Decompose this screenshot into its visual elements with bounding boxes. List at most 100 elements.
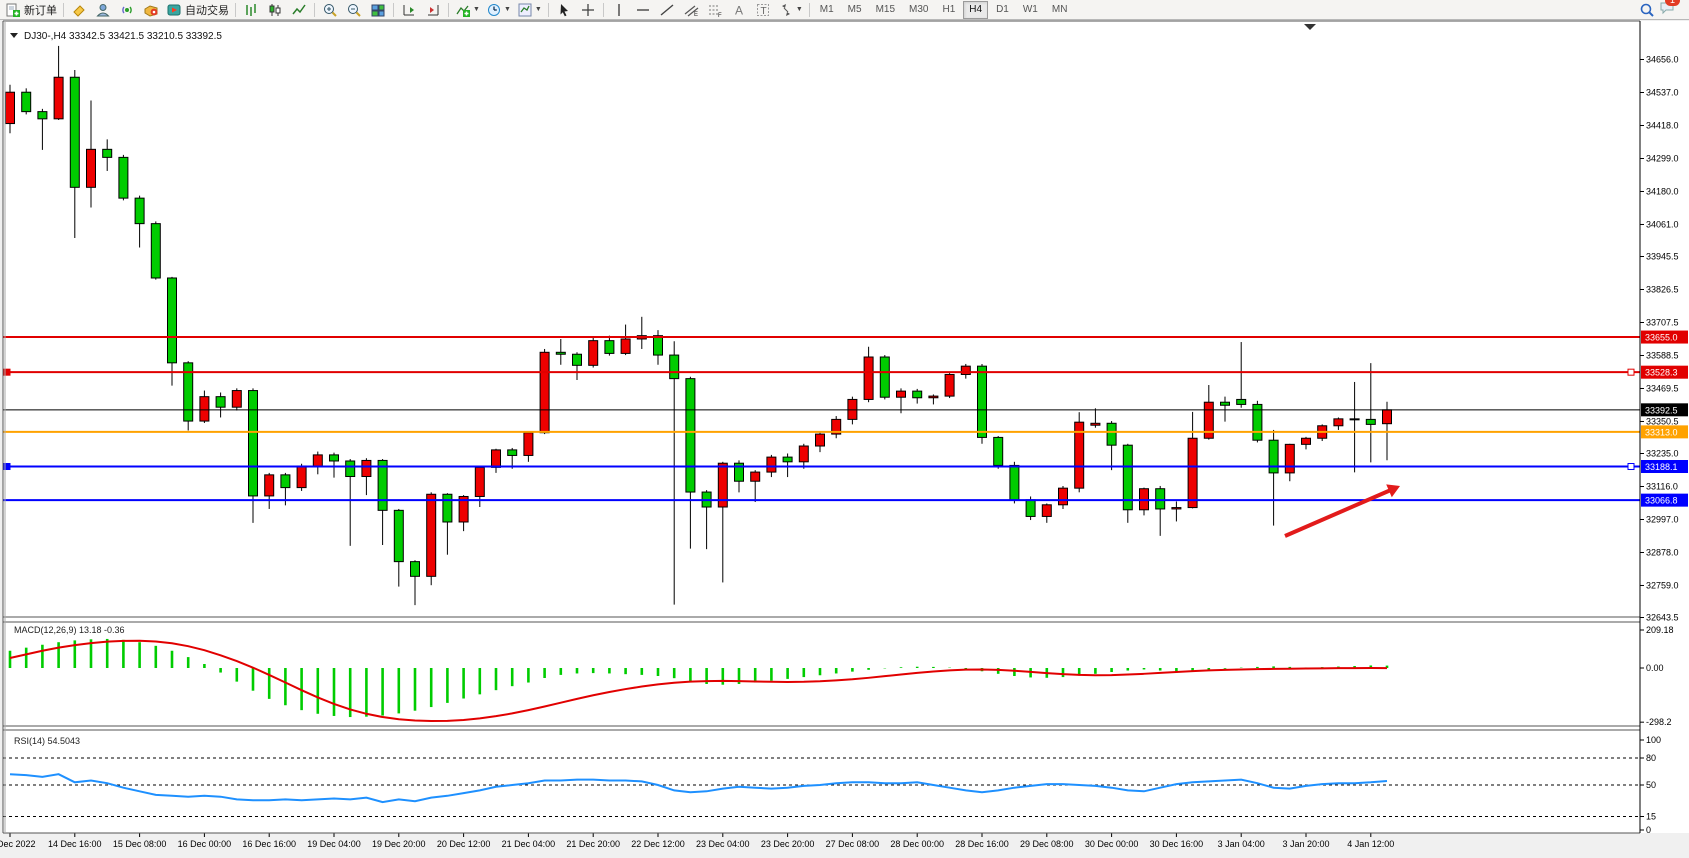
autotrade-button[interactable]: 自动交易	[163, 0, 232, 20]
candle	[54, 77, 63, 119]
candle	[313, 455, 322, 466]
arrows-button[interactable]: ▼	[775, 0, 806, 20]
svg-text:19 Dec 04:00: 19 Dec 04:00	[307, 839, 361, 849]
svg-text:28 Dec 00:00: 28 Dec 00:00	[890, 839, 944, 849]
candle	[200, 397, 209, 421]
svg-text:33116.0: 33116.0	[1646, 481, 1678, 491]
chat-button[interactable]: 1	[1659, 0, 1675, 20]
svg-text:15 Dec 08:00: 15 Dec 08:00	[113, 839, 167, 849]
candle	[216, 397, 225, 408]
periods-button[interactable]: ▼	[483, 0, 514, 20]
chart-shift-button[interactable]	[421, 0, 445, 20]
candle	[232, 391, 241, 408]
svg-text:34418.0: 34418.0	[1646, 120, 1679, 130]
signals-button[interactable]	[115, 0, 139, 20]
candle	[686, 379, 695, 492]
svg-text:32878.0: 32878.0	[1646, 547, 1679, 557]
indicators-button[interactable]: ▼	[452, 0, 483, 20]
hline-33188.1-right-handle[interactable]	[1628, 464, 1634, 470]
candle	[897, 391, 906, 397]
candle	[6, 92, 15, 123]
bars-icon	[243, 2, 259, 18]
fibo-icon: F	[707, 2, 723, 18]
svg-text:32759.0: 32759.0	[1646, 580, 1679, 590]
svg-text:23 Dec 20:00: 23 Dec 20:00	[761, 839, 815, 849]
svg-text:23 Dec 04:00: 23 Dec 04:00	[696, 839, 750, 849]
label-button[interactable]: T	[751, 0, 775, 20]
timeframe-button-m5[interactable]: M5	[842, 1, 868, 19]
candle	[297, 466, 306, 488]
zoomin-icon	[322, 2, 338, 18]
candle	[670, 355, 679, 379]
svg-text:33188.1: 33188.1	[1645, 462, 1678, 472]
svg-text:0.00: 0.00	[1646, 663, 1664, 673]
candle	[751, 472, 760, 481]
eraser-icon	[71, 2, 87, 18]
candle	[1366, 419, 1375, 424]
chevron-down-icon: ▼	[535, 6, 542, 13]
timeframe-button-w1[interactable]: W1	[1017, 1, 1044, 19]
clock-icon	[486, 2, 502, 18]
market-button[interactable]	[139, 0, 163, 20]
candle	[1350, 419, 1359, 420]
new-order-button[interactable]: 新订单	[2, 0, 60, 20]
candle	[978, 366, 987, 437]
svg-text:50: 50	[1646, 780, 1656, 790]
svg-text:21 Dec 20:00: 21 Dec 20:00	[566, 839, 620, 849]
timeframe-button-d1[interactable]: D1	[990, 1, 1015, 19]
fibonacci-button[interactable]: F	[703, 0, 727, 20]
timeframe-button-m1[interactable]: M1	[814, 1, 840, 19]
equidistant-channel-button[interactable]: E	[679, 0, 703, 20]
bar-chart-button[interactable]	[239, 0, 263, 20]
chevron-down-icon: ▼	[796, 6, 803, 13]
timeframe-button-m30[interactable]: M30	[903, 1, 934, 19]
candle	[411, 562, 420, 577]
eraser-button[interactable]	[67, 0, 91, 20]
candle	[929, 396, 938, 398]
svg-text:E: E	[694, 12, 698, 18]
auto-scroll-button[interactable]	[397, 0, 421, 20]
profiles-button[interactable]	[91, 0, 115, 20]
svg-text:DJ30-,H4 33342.5 33421.5 3321: DJ30-,H4 33342.5 33421.5 33210.5 33392.5	[24, 31, 222, 42]
candle	[589, 341, 598, 366]
candle	[249, 391, 258, 496]
timeframe-button-m15[interactable]: M15	[870, 1, 901, 19]
line-chart-button[interactable]	[287, 0, 311, 20]
zoom-out-button[interactable]	[342, 0, 366, 20]
zoom-in-button[interactable]	[318, 0, 342, 20]
svg-text:34180.0: 34180.0	[1646, 186, 1679, 196]
vertical-line-button[interactable]	[607, 0, 631, 20]
shapes-icon	[778, 2, 794, 18]
candle	[994, 437, 1003, 465]
horizontal-line-button[interactable]	[631, 0, 655, 20]
trendline-button[interactable]	[655, 0, 679, 20]
svg-text:28 Dec 16:00: 28 Dec 16:00	[955, 839, 1009, 849]
tile-windows-button[interactable]	[366, 0, 390, 20]
timeframe-button-mn[interactable]: MN	[1046, 1, 1074, 19]
svg-text:MACD(12,26,9) 13.18 -0.36: MACD(12,26,9) 13.18 -0.36	[14, 625, 125, 635]
toolbar-separator	[548, 3, 549, 17]
crosshair-button[interactable]	[576, 0, 600, 20]
timeframe-button-h4[interactable]: H4	[963, 1, 988, 19]
svg-text:32997.0: 32997.0	[1646, 514, 1679, 524]
textA-icon: A	[731, 2, 747, 18]
svg-text:-298.2: -298.2	[1646, 717, 1672, 727]
hline-33528.3-right-handle[interactable]	[1628, 369, 1634, 375]
candle	[475, 467, 484, 496]
zoomout-icon	[346, 2, 362, 18]
svg-text:4 Jan 12:00: 4 Jan 12:00	[1347, 839, 1394, 849]
candlestick-chart-button[interactable]	[263, 0, 287, 20]
svg-text:80: 80	[1646, 753, 1656, 763]
templates-button[interactable]: ▼	[514, 0, 545, 20]
signal-icon	[119, 2, 135, 18]
candle	[864, 357, 873, 399]
cursor-button[interactable]	[552, 0, 576, 20]
chart-window[interactable]: MACD(12,26,9) 13.18 -0.36RSI(14) 54.5043…	[0, 0, 1689, 858]
svg-text:33392.5: 33392.5	[1645, 405, 1678, 415]
profile-icon	[95, 2, 111, 18]
candle	[362, 460, 371, 476]
timeframe-button-h1[interactable]: H1	[936, 1, 961, 19]
text-button[interactable]: A	[727, 0, 751, 20]
candle	[1026, 500, 1035, 517]
search-button[interactable]	[1635, 0, 1659, 20]
